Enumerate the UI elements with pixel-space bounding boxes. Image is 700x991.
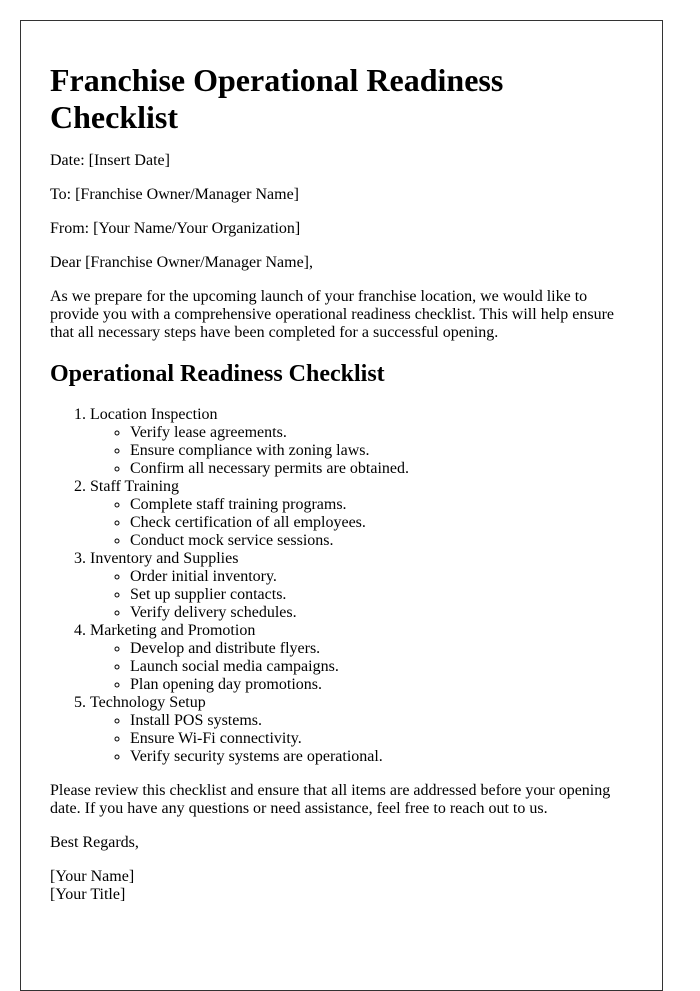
signature-name: [Your Name] xyxy=(50,868,135,885)
checklist-item: Verify security systems are operational. xyxy=(130,748,633,766)
sign-off: Best Regards, xyxy=(50,834,139,851)
checklist-item: Install POS systems. xyxy=(130,712,633,730)
checklist-item: Verify delivery schedules. xyxy=(130,604,633,622)
checklist-item: Develop and distribute flyers. xyxy=(130,640,633,658)
checklist-item: Verify lease agreements. xyxy=(130,424,633,442)
checklist-items: Develop and distribute flyers. Launch so… xyxy=(90,640,633,694)
checklist-items: Order initial inventory. Set up supplier… xyxy=(90,568,633,622)
checklist-item: Confirm all necessary permits are obtain… xyxy=(130,460,633,478)
checklist: Location Inspection Verify lease agreeme… xyxy=(50,406,633,766)
signature-block: [Your Name] [Your Title] xyxy=(50,868,633,904)
from-field: From: [Your Name/Your Organization] xyxy=(50,220,301,237)
checklist-section: Staff Training Complete staff training p… xyxy=(90,478,633,550)
closing-paragraph: Please review this checklist and ensure … xyxy=(50,782,611,817)
salutation: Dear [Franchise Owner/Manager Name], xyxy=(50,254,313,271)
checklist-item: Set up supplier contacts. xyxy=(130,586,633,604)
signature-title: [Your Title] xyxy=(50,886,126,903)
checklist-item: Launch social media campaigns. xyxy=(130,658,633,676)
section-heading: Operational Readiness Checklist xyxy=(50,361,385,387)
checklist-item: Ensure compliance with zoning laws. xyxy=(130,442,633,460)
checklist-items: Verify lease agreements. Ensure complian… xyxy=(90,424,633,478)
checklist-items: Install POS systems. Ensure Wi-Fi connec… xyxy=(90,712,633,766)
checklist-section-title: Staff Training xyxy=(90,478,180,495)
checklist-items: Complete staff training programs. Check … xyxy=(90,496,633,550)
checklist-item: Order initial inventory. xyxy=(130,568,633,586)
checklist-section: Location Inspection Verify lease agreeme… xyxy=(90,406,633,478)
checklist-item: Ensure Wi-Fi connectivity. xyxy=(130,730,633,748)
document-title: Franchise Operational Readiness Checklis… xyxy=(50,62,504,135)
checklist-section-title: Marketing and Promotion xyxy=(90,622,256,639)
intro-paragraph: As we prepare for the upcoming launch of… xyxy=(50,288,614,341)
checklist-section-title: Location Inspection xyxy=(90,406,218,423)
date-field: Date: [Insert Date] xyxy=(50,152,170,169)
letter-container: Franchise Operational Readiness Checklis… xyxy=(20,20,663,991)
checklist-section: Technology Setup Install POS systems. En… xyxy=(90,694,633,766)
checklist-item: Check certification of all employees. xyxy=(130,514,633,532)
checklist-section-title: Technology Setup xyxy=(90,694,206,711)
checklist-section: Inventory and Supplies Order initial inv… xyxy=(90,550,633,622)
to-field: To: [Franchise Owner/Manager Name] xyxy=(50,186,300,203)
checklist-item: Conduct mock service sessions. xyxy=(130,532,633,550)
checklist-section-title: Inventory and Supplies xyxy=(90,550,239,567)
checklist-section: Marketing and Promotion Develop and dist… xyxy=(90,622,633,694)
checklist-item: Plan opening day promotions. xyxy=(130,676,633,694)
checklist-item: Complete staff training programs. xyxy=(130,496,633,514)
